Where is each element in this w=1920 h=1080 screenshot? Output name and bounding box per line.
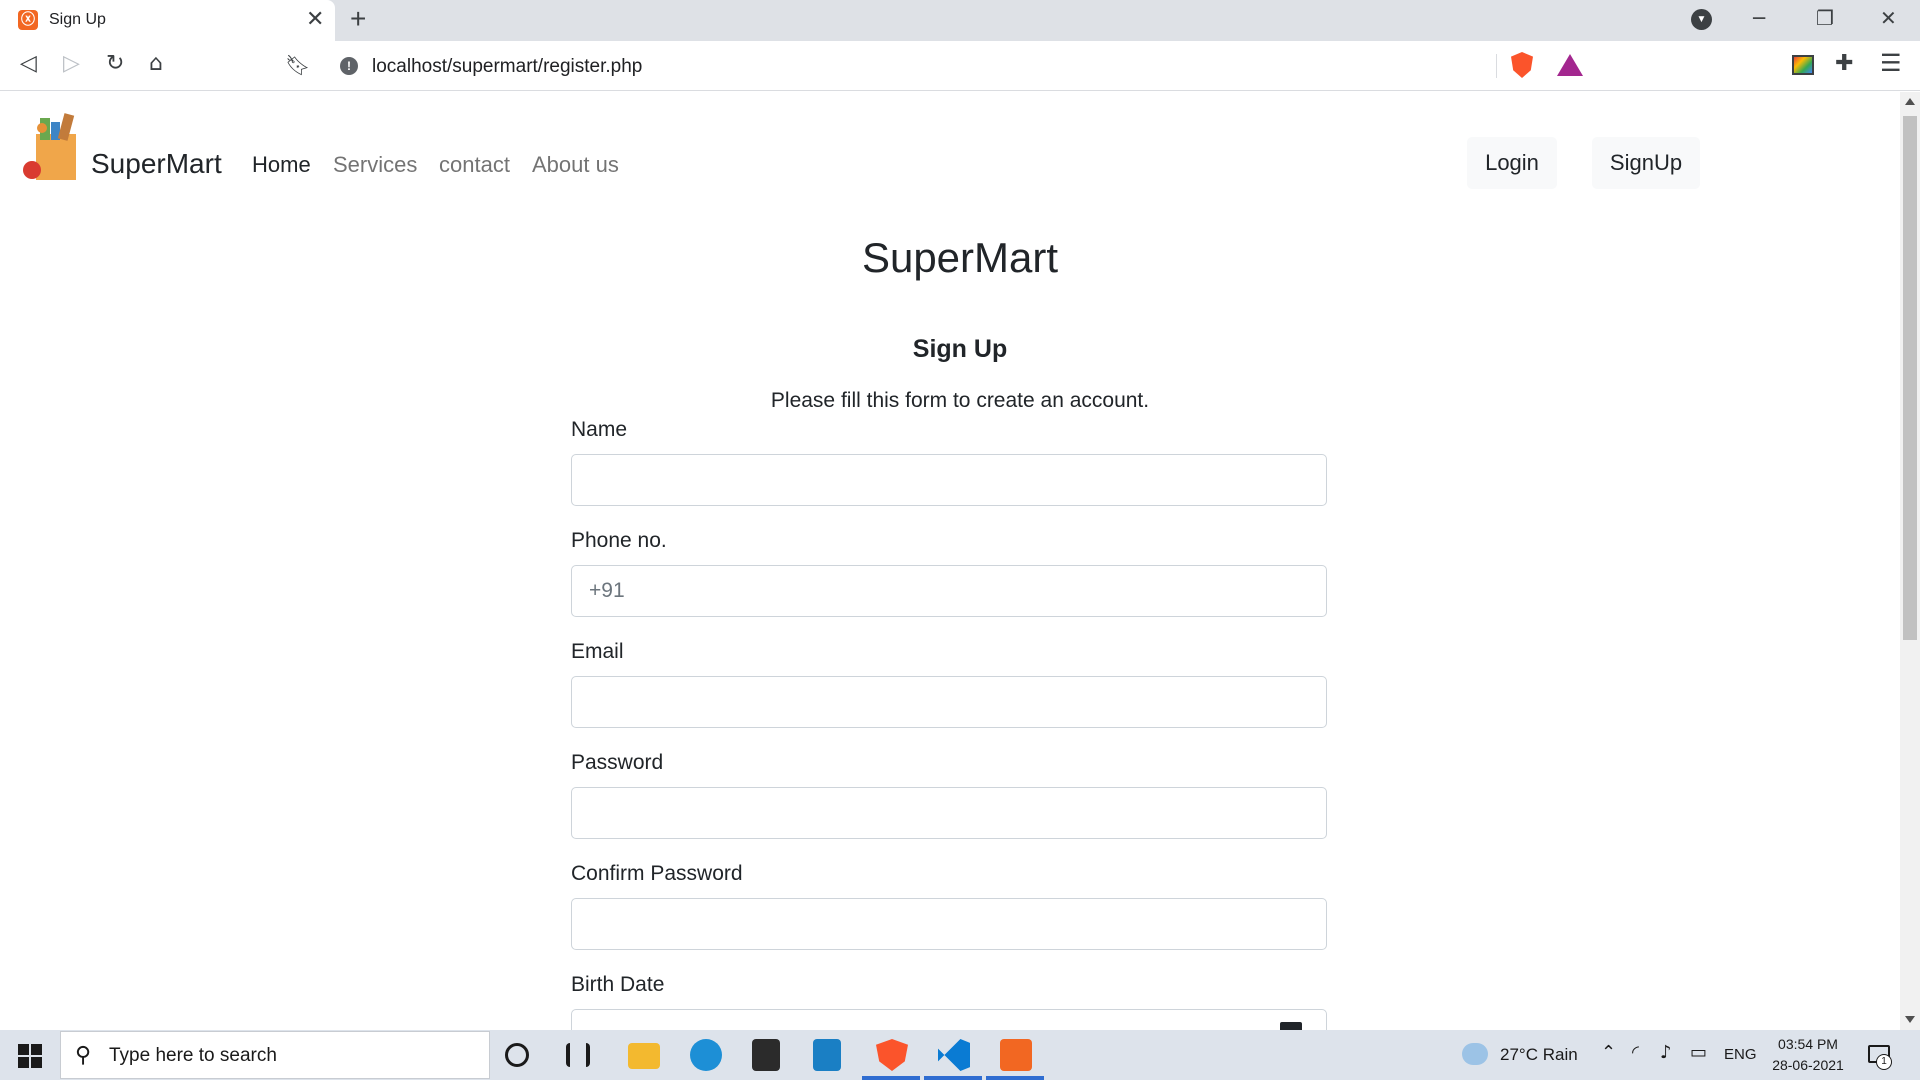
confirm-password-label: Confirm Password	[571, 862, 743, 885]
password-input[interactable]	[571, 787, 1327, 839]
taskbar-search-box[interactable]: ⚲ Type here to search	[60, 1031, 490, 1079]
language-indicator[interactable]: ENG	[1724, 1046, 1757, 1063]
tray-overflow-icon[interactable]: ⌃	[1601, 1042, 1616, 1063]
network-icon[interactable]: ◜	[1632, 1042, 1639, 1063]
tab-close-icon[interactable]: ✕	[306, 6, 324, 32]
signup-button[interactable]: SignUp	[1592, 137, 1700, 189]
phone-input[interactable]	[571, 565, 1327, 617]
tab-search-icon[interactable]: ▼	[1691, 9, 1712, 30]
weather-text[interactable]: 27°C Rain	[1500, 1045, 1578, 1065]
new-tab-button[interactable]: +	[350, 3, 366, 35]
nav-link-services[interactable]: Services	[333, 152, 417, 178]
browser-tab-bar: ⓧ Sign Up ✕ + ▼ ─ ❐ ✕	[0, 0, 1920, 41]
back-icon[interactable]: ◁	[20, 51, 37, 76]
name-input[interactable]	[571, 454, 1327, 506]
brand-name[interactable]: SuperMart	[91, 148, 222, 180]
close-window-icon[interactable]: ✕	[1880, 6, 1897, 30]
forward-icon[interactable]: ▷	[63, 51, 80, 76]
vscode-icon[interactable]	[938, 1039, 970, 1071]
page-viewport: SuperMart Home Services contact About us…	[0, 92, 1900, 1030]
scroll-up-arrow-icon[interactable]	[1905, 98, 1915, 105]
search-placeholder: Type here to search	[109, 1045, 277, 1066]
color-extension-icon[interactable]	[1792, 55, 1814, 75]
windows-start-icon[interactable]	[18, 1044, 42, 1068]
clock-time[interactable]: 03:54 PM	[1770, 1036, 1846, 1052]
scroll-thumb[interactable]	[1903, 116, 1917, 640]
volume-icon[interactable]: ♪	[1660, 1042, 1672, 1063]
omnibox-divider	[1496, 54, 1497, 78]
xampp-favicon-icon: ⓧ	[18, 10, 38, 30]
confirm-password-input[interactable]	[571, 898, 1327, 950]
clock-date[interactable]: 28-06-2021	[1766, 1057, 1850, 1073]
email-input[interactable]	[571, 676, 1327, 728]
tab-title: Sign Up	[49, 11, 106, 28]
email-label: Email	[571, 640, 624, 663]
calendar-icon[interactable]	[1280, 1022, 1302, 1030]
nav-link-home[interactable]: Home	[252, 152, 311, 178]
supermart-logo-icon	[23, 113, 76, 180]
file-explorer-icon[interactable]	[628, 1043, 660, 1069]
store-icon[interactable]	[752, 1039, 780, 1071]
phone-label: Phone no.	[571, 529, 667, 552]
battery-icon[interactable]: ▭	[1690, 1042, 1707, 1063]
name-label: Name	[571, 418, 628, 441]
form-title: Sign Up	[912, 335, 1008, 363]
info-icon[interactable]: !	[340, 57, 358, 75]
windows-taskbar: ⚲ Type here to search 27°C Rain ⌃ ◜ ♪ ▭ …	[0, 1030, 1920, 1080]
task-view-icon[interactable]	[566, 1043, 590, 1067]
notification-count-badge: 1	[1876, 1054, 1892, 1070]
birth-date-input[interactable]	[571, 1009, 1327, 1030]
brave-shield-icon[interactable]	[1511, 52, 1533, 78]
xampp-icon[interactable]	[1000, 1039, 1032, 1071]
brave-rewards-icon[interactable]	[1557, 54, 1583, 76]
page-scrollbar[interactable]	[1900, 92, 1920, 1030]
nav-link-about[interactable]: About us	[532, 152, 619, 178]
weather-rain-icon[interactable]	[1462, 1043, 1488, 1065]
reload-icon[interactable]: ↻	[106, 51, 124, 76]
vscode-active-indicator	[924, 1076, 982, 1080]
restore-icon[interactable]: ❐	[1816, 6, 1834, 30]
login-button[interactable]: Login	[1467, 137, 1557, 189]
scroll-down-arrow-icon[interactable]	[1905, 1016, 1915, 1023]
cortana-icon[interactable]	[505, 1043, 529, 1067]
url-text[interactable]: localhost/supermart/register.php	[372, 56, 642, 78]
address-bar[interactable]: ! localhost/supermart/register.php	[328, 48, 1595, 84]
search-icon: ⚲	[75, 1043, 92, 1068]
nav-link-contact[interactable]: contact	[439, 152, 510, 178]
brave-active-indicator	[862, 1076, 920, 1080]
xampp-active-indicator	[986, 1076, 1044, 1080]
minimize-icon[interactable]: ─	[1753, 6, 1765, 30]
puzzle-icon[interactable]: ✚	[1835, 50, 1853, 76]
brave-icon[interactable]	[876, 1039, 908, 1071]
app-icon[interactable]	[813, 1039, 841, 1071]
password-label: Password	[571, 751, 664, 774]
birth-date-label: Birth Date	[571, 973, 665, 996]
browser-tab[interactable]: ⓧ Sign Up ✕	[0, 0, 335, 41]
form-subtitle: Please fill this form to create an accou…	[770, 389, 1150, 412]
edge-icon[interactable]	[690, 1039, 722, 1071]
home-icon[interactable]: ⌂	[149, 51, 163, 76]
bookmark-icon[interactable]: 🔖︎	[285, 53, 310, 77]
site-title: SuperMart	[861, 234, 1059, 281]
menu-icon[interactable]: ☰	[1880, 49, 1902, 78]
browser-toolbar: ◁ ▷ ↻ ⌂ 🔖︎ ! localhost/supermart/registe…	[0, 41, 1920, 91]
